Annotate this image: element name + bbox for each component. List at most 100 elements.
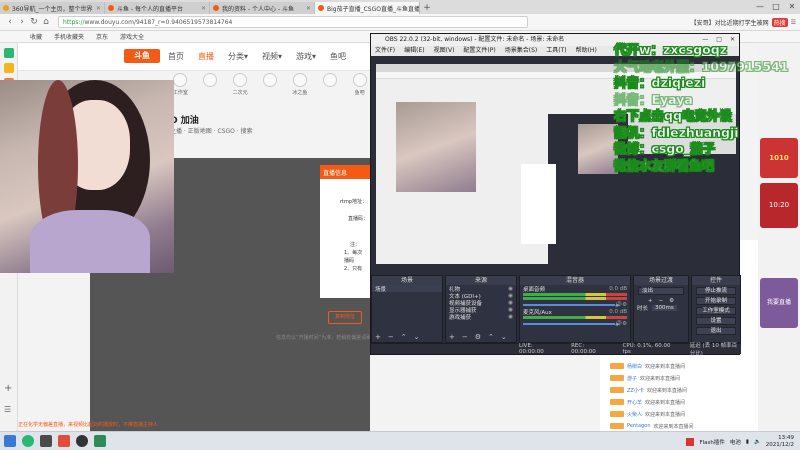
bookmark-item[interactable]: 游戏大全 bbox=[120, 32, 144, 41]
visibility-icon[interactable]: ◉ bbox=[508, 314, 513, 320]
volume-slider[interactable] bbox=[523, 303, 616, 306]
menu-edit[interactable]: 编辑(E) bbox=[404, 46, 424, 56]
sidebar-app-icon[interactable] bbox=[3, 63, 14, 73]
level-badge bbox=[610, 375, 624, 381]
move-down-icon[interactable]: ⌄ bbox=[501, 333, 507, 341]
visibility-icon[interactable]: ◉ bbox=[508, 307, 513, 313]
sidebar-add-icon[interactable]: + bbox=[4, 383, 12, 394]
nav-yuba[interactable]: 鱼吧 bbox=[330, 51, 346, 62]
obs-icon[interactable] bbox=[76, 435, 88, 447]
stop-streaming-button[interactable]: 停止推流 bbox=[696, 287, 736, 295]
copy-address-button[interactable]: 复制地址 bbox=[328, 311, 362, 324]
app-icon[interactable] bbox=[94, 435, 106, 447]
bookmark-item[interactable]: 收藏 bbox=[30, 32, 42, 41]
move-up-icon[interactable]: ⌃ bbox=[401, 333, 407, 341]
category-item[interactable]: 二次元 bbox=[230, 73, 251, 103]
move-down-icon[interactable]: ⌄ bbox=[414, 333, 420, 341]
start-icon[interactable] bbox=[4, 435, 16, 447]
volume-slider[interactable] bbox=[523, 322, 616, 325]
sidebar-app-icon[interactable] bbox=[3, 48, 14, 58]
url-input[interactable]: https://www.douyu.com/94187_r=0.94065195… bbox=[58, 16, 528, 28]
tab-close-icon[interactable]: ✕ bbox=[201, 5, 206, 12]
network-icon[interactable]: ▮ bbox=[746, 439, 749, 445]
browser-360-icon[interactable] bbox=[22, 435, 34, 447]
address-bar-ad[interactable]: 【安哥】对比近期打学生被网 热搜 ☰ bbox=[691, 17, 796, 27]
duration-input[interactable]: 300ms bbox=[652, 304, 677, 311]
bookmark-item[interactable]: 手机收藏夹 bbox=[54, 32, 84, 41]
menu-view[interactable]: 视图(V) bbox=[434, 46, 455, 56]
promo-banner[interactable]: 10:20 bbox=[760, 183, 798, 228]
obs-dock-area: 场景 场景 + − ⌃ ⌄ 来源 礼物 ◉ 文本 (GDI+) ◉ 视频捕获设备 ◉ 显示器… bbox=[371, 275, 741, 343]
maximize-icon[interactable]: □ bbox=[768, 0, 784, 14]
scene-item[interactable]: 场景 bbox=[372, 285, 442, 293]
category-icon bbox=[263, 73, 277, 87]
minimize-icon[interactable]: — bbox=[752, 0, 768, 14]
app-icon[interactable] bbox=[40, 435, 52, 447]
category-item[interactable]: 冰之鱼 bbox=[289, 73, 310, 103]
speaker-icon[interactable]: 🔊 bbox=[615, 321, 622, 327]
chat-message: 开心羊 欢迎来到本直播间 bbox=[600, 396, 760, 408]
exit-button[interactable]: 退出 bbox=[696, 327, 736, 335]
overlay-line: 靓机：fdlezhuangji bbox=[614, 124, 739, 140]
menu-file[interactable]: 文件(F) bbox=[375, 46, 395, 56]
home-icon[interactable]: ⌂ bbox=[40, 17, 52, 27]
nav-games[interactable]: 游戏▾ bbox=[296, 51, 316, 62]
menu-profile[interactable]: 配置文件(P) bbox=[463, 46, 495, 56]
gear-icon[interactable]: ⚙ bbox=[622, 302, 627, 308]
flash-tray-icon[interactable] bbox=[686, 437, 695, 446]
menu-scene-collection[interactable]: 场景集合(S) bbox=[505, 46, 538, 56]
sidebar-more-icon[interactable]: ☰ bbox=[4, 405, 11, 414]
category-item[interactable]: 鱼吧 bbox=[349, 73, 370, 103]
tab-close-icon[interactable]: ✕ bbox=[306, 5, 311, 12]
nav-home[interactable]: 首页 bbox=[168, 51, 184, 62]
visibility-icon[interactable]: ◉ bbox=[508, 293, 513, 299]
add-scene-icon[interactable]: + bbox=[375, 333, 381, 341]
close-icon[interactable]: ✕ bbox=[784, 0, 800, 14]
browser-tab-4[interactable]: Big茄子直播_CSGO直播_斗鱼直播✕ bbox=[315, 2, 420, 14]
address-bar-row: ‹ › ↻ ⌂ https://www.douyu.com/94187_r=0.… bbox=[0, 14, 800, 31]
add-transition-icon[interactable]: + bbox=[648, 298, 653, 304]
speaker-icon[interactable]: 🔊 bbox=[615, 302, 622, 308]
clock[interactable]: 13:49 2021/12/2 bbox=[766, 435, 794, 449]
category-item[interactable] bbox=[260, 73, 281, 103]
nav-video[interactable]: 视频▾ bbox=[262, 51, 282, 62]
add-source-icon[interactable]: + bbox=[449, 333, 455, 341]
transition-select[interactable]: 淡出 bbox=[638, 287, 684, 295]
nav-category[interactable]: 分类▾ bbox=[228, 51, 248, 62]
settings-button[interactable]: 设置 bbox=[696, 317, 736, 325]
menu-help[interactable]: 帮助(H) bbox=[576, 46, 597, 56]
forward-icon[interactable]: › bbox=[16, 17, 28, 27]
remove-transition-icon[interactable]: − bbox=[659, 298, 664, 304]
volume-icon[interactable]: 🔈 bbox=[754, 439, 761, 445]
visibility-icon[interactable]: ◉ bbox=[508, 300, 513, 306]
douyu-logo[interactable]: 斗鱼 bbox=[124, 49, 160, 63]
browser-tab-2[interactable]: 斗鱼 - 每个人的直播平台 ✕ bbox=[105, 2, 210, 14]
start-recording-button[interactable]: 开始录制 bbox=[696, 297, 736, 305]
move-up-icon[interactable]: ⌃ bbox=[488, 333, 494, 341]
refresh-icon[interactable]: ↻ bbox=[28, 17, 40, 27]
menu-tools[interactable]: 工具(T) bbox=[546, 46, 566, 56]
back-icon[interactable]: ‹ bbox=[4, 17, 16, 27]
visibility-icon[interactable]: ◉ bbox=[508, 286, 513, 292]
browser-tab-1[interactable]: 360导航_一个主页，整个世界 ✕ bbox=[0, 2, 105, 14]
douyu-nav: 首页 直播 分类▾ 视频▾ 游戏▾ 鱼吧 bbox=[168, 51, 346, 62]
browser-tab-3[interactable]: 我的资料 - 个人中心 - 斗鱼 ✕ bbox=[210, 2, 315, 14]
app-icon[interactable] bbox=[58, 435, 70, 447]
studio-mode-button[interactable]: 工作室模式 bbox=[696, 307, 736, 315]
category-icon-row: 工作室 二次元 冰之鱼 鱼吧 bbox=[170, 73, 370, 103]
promo-banner[interactable]: 我要直播 bbox=[760, 278, 798, 328]
transition-settings-icon[interactable]: ⚙ bbox=[669, 298, 674, 304]
category-item[interactable] bbox=[319, 73, 340, 103]
new-tab-icon[interactable]: + bbox=[420, 2, 434, 14]
source-settings-icon[interactable]: ⚙ bbox=[475, 333, 481, 341]
nav-live[interactable]: 直播 bbox=[198, 51, 214, 62]
gear-icon[interactable]: ⚙ bbox=[622, 321, 627, 327]
bookmark-item[interactable]: 京东 bbox=[96, 32, 108, 41]
extension-icon[interactable]: ☰ bbox=[791, 19, 796, 26]
volume-slider-row[interactable]: 🔊 ⚙ bbox=[520, 320, 630, 327]
remove-source-icon[interactable]: − bbox=[462, 333, 468, 341]
tab-close-icon[interactable]: ✕ bbox=[96, 5, 101, 12]
category-item[interactable] bbox=[200, 73, 221, 103]
source-item[interactable]: 游戏捕获 ◉ bbox=[446, 313, 516, 321]
remove-scene-icon[interactable]: − bbox=[388, 333, 394, 341]
